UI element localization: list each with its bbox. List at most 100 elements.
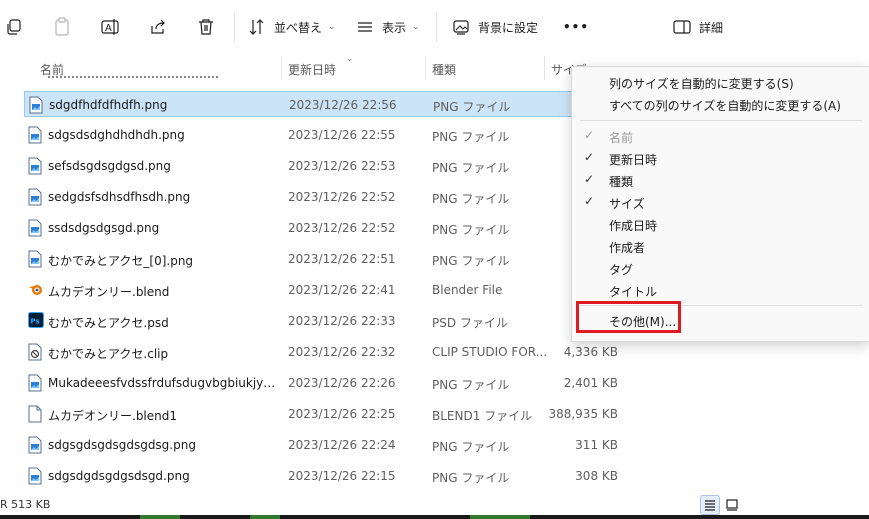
png-file-icon (28, 219, 44, 237)
file-name: むかでみとアクセ.clip (48, 347, 169, 361)
highlight-annotation (576, 301, 681, 333)
tiles-view-button[interactable] (722, 495, 742, 515)
file-type: PSD ファイル (432, 316, 508, 330)
strip-green-segment (470, 515, 530, 519)
file-name: Mukadeeesfvdssfrdufsdugvbgbiukjysfdr... (48, 376, 278, 390)
sort-button[interactable]: 並べ替え ⌄ (248, 14, 336, 40)
checkmark-icon: ✓ (584, 194, 595, 208)
file-name: sdgsgdsgdsgdsgdsg.png (48, 438, 196, 452)
view-label: 表示 (382, 20, 407, 35)
file-row[interactable]: むかでみとアクセ.clip 2023/12/26 22:32 CLIP STUDIO… (24, 339, 746, 365)
file-modified-date: 2023/12/26 22:25 (288, 407, 396, 421)
menu-item-column-toggle[interactable]: 作成者 (572, 235, 869, 257)
menu-item-label: すべての列のサイズを自動的に変更する(A) (609, 99, 841, 113)
svg-text:Ps: Ps (31, 318, 40, 326)
copy-button[interactable] (5, 14, 23, 40)
column-header-date[interactable]: 更新日時 (288, 61, 336, 78)
menu-item-column-toggle[interactable]: ✓ 更新日時 (572, 147, 869, 169)
checkmark-icon: ✓ (584, 150, 595, 164)
file-row[interactable]: sdgsdgdsgdgsdsgd.png 2023/12/26 22:15 PNG … (24, 463, 746, 489)
menu-item-column-toggle[interactable]: タイトル (572, 279, 869, 301)
menu-separator (580, 120, 862, 121)
sort-icon (249, 19, 264, 35)
menu-item-column-toggle[interactable]: 作成日時 (572, 213, 869, 235)
sort-label: 並べ替え (274, 20, 323, 35)
file-name: sedgdsfsdhsdfhsdh.png (48, 190, 191, 204)
menu-item-auto-size-columns[interactable]: 列のサイズを自動的に変更する(S) (572, 71, 869, 93)
file-type: Blender File (432, 283, 503, 297)
trash-icon (199, 19, 213, 35)
file-modified-date: 2023/12/26 22:33 (288, 314, 396, 328)
file-type: CLIP STUDIO FOR... (432, 345, 548, 359)
chevron-down-icon: ⌄ (328, 22, 336, 32)
file-type: PNG ファイル (432, 192, 510, 206)
strip-green-segment (140, 515, 180, 519)
menu-item-label: 列のサイズを自動的に変更する(S) (609, 77, 794, 91)
file-name: sefsdsgdsgdgsd.png (48, 159, 171, 173)
menu-item-column-toggle[interactable]: タグ (572, 257, 869, 279)
set-wallpaper-button[interactable]: 背景に設定 (452, 14, 538, 40)
details-pane-icon (673, 20, 691, 34)
desktop-background-strip (0, 515, 869, 519)
rename-button[interactable]: A (101, 14, 121, 40)
view-lines-icon (358, 22, 372, 32)
file-modified-date: 2023/12/26 22:26 (288, 376, 396, 390)
file-modified-date: 2023/12/26 22:32 (288, 345, 396, 359)
strip-green-segment (250, 515, 280, 519)
details-view-button[interactable] (700, 495, 720, 515)
png-file-icon (28, 436, 44, 454)
view-button[interactable]: 表示 ⌄ (356, 14, 420, 40)
menu-item-label: 名前 (609, 131, 634, 145)
file-modified-date: 2023/12/26 22:51 (288, 252, 396, 266)
file-name: むかでみとアクセ.psd (48, 316, 169, 330)
menu-item-auto-size-all-columns[interactable]: すべての列のサイズを自動的に変更する(A) (572, 93, 869, 115)
file-name: むかでみとアクセ_[0].png (48, 254, 194, 268)
file-size: 388,935 KB (548, 407, 618, 421)
menu-item-column-toggle[interactable]: ✓ サイズ (572, 191, 869, 213)
menu-item-column-toggle[interactable]: ✓ 種類 (572, 169, 869, 191)
file-type: PNG ファイル (432, 254, 510, 268)
file-modified-date: 2023/12/26 22:56 (289, 98, 397, 112)
file-name: sdgsdgdsgdgsdsgd.png (48, 469, 190, 483)
generic-file-icon (28, 405, 44, 423)
copy-icon (7, 19, 21, 35)
paste-button[interactable] (53, 14, 71, 40)
menu-item-label: 更新日時 (609, 153, 658, 167)
file-modified-date: 2023/12/26 22:52 (288, 190, 396, 204)
delete-button[interactable] (197, 14, 215, 40)
file-row[interactable]: sdgsgdsgdsgdsgdsg.png 2023/12/26 22:24 PNG… (24, 432, 746, 458)
png-file-icon (28, 467, 44, 485)
file-modified-date: 2023/12/26 22:24 (288, 438, 396, 452)
rename-icon: A (101, 19, 119, 35)
clipboard-icon (55, 17, 69, 36)
file-name: ムカデオンリー.blend1 (48, 409, 178, 423)
status-selection-size: R 513 KB (0, 498, 51, 511)
column-divider[interactable] (544, 56, 545, 80)
share-icon (151, 19, 165, 34)
file-modified-date: 2023/12/26 22:53 (288, 159, 396, 173)
file-type: BLEND1 ファイル (432, 409, 533, 423)
png-file-icon (28, 126, 44, 144)
toolbar-separator (234, 12, 235, 42)
file-type: PNG ファイル (432, 130, 510, 144)
file-name: ムカデオンリー.blend (48, 285, 170, 299)
file-row[interactable]: ムカデオンリー.blend1 2023/12/26 22:25 BLEND1 ファイ… (24, 401, 746, 427)
column-divider[interactable] (281, 56, 282, 80)
column-header-type[interactable]: 種類 (432, 61, 456, 78)
file-row[interactable]: Mukadeeesfvdssfrdufsdugvbgbiukjysfdr... 2… (24, 370, 746, 396)
column-divider[interactable] (425, 56, 426, 80)
partial-row-above (48, 76, 248, 79)
details-pane-button[interactable]: 詳細 (673, 14, 723, 40)
menu-item-label: タイトル (609, 285, 658, 299)
share-button[interactable] (149, 14, 167, 40)
command-bar: A 並べ替え ⌄ 表示 ⌄ 背景に設定 ••• 詳細 (0, 0, 869, 54)
file-type: PNG ファイル (432, 223, 510, 237)
png-file-icon (28, 250, 44, 268)
file-type: PNG ファイル (433, 100, 511, 114)
file-size: 308 KB (575, 469, 618, 483)
menu-item-column-toggle: ✓ 名前 (572, 125, 869, 147)
png-file-icon (28, 157, 44, 175)
see-more-button[interactable]: ••• (563, 14, 589, 40)
png-file-icon (28, 374, 44, 392)
more-icon: ••• (563, 20, 590, 34)
